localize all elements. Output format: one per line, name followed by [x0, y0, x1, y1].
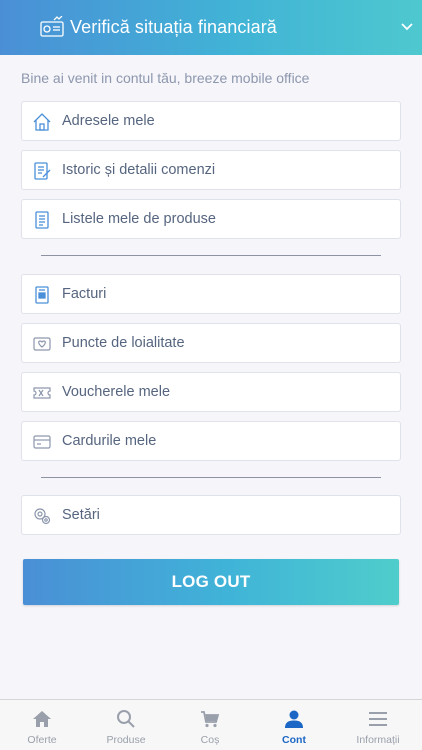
chevron-down-icon[interactable]	[400, 20, 414, 34]
menu-item-addresses[interactable]: Adresele mele	[21, 101, 401, 141]
card-icon	[33, 435, 51, 449]
tab-cos[interactable]: Coș	[168, 700, 252, 750]
banner-title: Verifică situația financiară	[70, 17, 277, 37]
menu-item-settings[interactable]: Setări	[21, 495, 401, 535]
menu-item-label: Puncte de loialitate	[62, 335, 185, 351]
menu-item-label: Setări	[62, 507, 100, 523]
tab-label: Cont	[282, 734, 306, 746]
menu-item-invoices[interactable]: Facturi	[21, 274, 401, 314]
logout-button[interactable]: LOG OUT	[23, 559, 399, 605]
menu-item-order-history[interactable]: Istoric și detalii comenzi	[21, 150, 401, 190]
tab-cont[interactable]: Cont	[252, 700, 336, 750]
tab-produse[interactable]: Produse	[84, 700, 168, 750]
finance-report-icon	[40, 16, 64, 37]
cart-icon	[201, 711, 220, 728]
welcome-text: Bine ai venit in contul tău, breeze mobi…	[21, 70, 310, 86]
bottom-tab-bar: Oferte Produse Coș Cont Informații	[0, 699, 422, 750]
invoice-icon	[35, 286, 49, 304]
tab-label: Coș	[200, 734, 220, 746]
voucher-icon	[33, 387, 51, 399]
top-banner[interactable]: Verifică situația financiară	[0, 0, 422, 55]
menu-item-product-lists[interactable]: Listele mele de produse	[21, 199, 401, 239]
menu-item-label: Istoric și detalii comenzi	[62, 162, 216, 178]
section-divider	[41, 477, 381, 478]
tab-label: Produse	[106, 734, 146, 746]
menu-item-label: Listele mele de produse	[62, 211, 216, 227]
menu-item-label: Cardurile mele	[62, 433, 157, 449]
order-history-icon	[34, 162, 51, 180]
section-divider	[41, 255, 381, 256]
menu-item-vouchers[interactable]: Voucherele mele	[21, 372, 401, 412]
menu-item-loyalty-points[interactable]: Puncte de loialitate	[21, 323, 401, 363]
home-icon	[33, 711, 51, 727]
menu-item-label: Adresele mele	[62, 113, 155, 129]
list-icon	[35, 211, 49, 229]
loyalty-icon	[33, 337, 51, 351]
tab-informatii[interactable]: Informații	[336, 700, 420, 750]
home-icon	[33, 113, 51, 131]
settings-icon	[34, 508, 51, 525]
search-icon	[117, 710, 135, 728]
tab-oferte[interactable]: Oferte	[0, 700, 84, 750]
menu-icon	[369, 712, 387, 726]
menu-item-label: Voucherele mele	[62, 384, 171, 400]
tab-label: Informații	[356, 734, 400, 746]
user-icon	[285, 710, 303, 728]
menu-item-label: Facturi	[62, 286, 107, 302]
tab-label: Oferte	[27, 734, 57, 746]
menu-item-cards[interactable]: Cardurile mele	[21, 421, 401, 461]
